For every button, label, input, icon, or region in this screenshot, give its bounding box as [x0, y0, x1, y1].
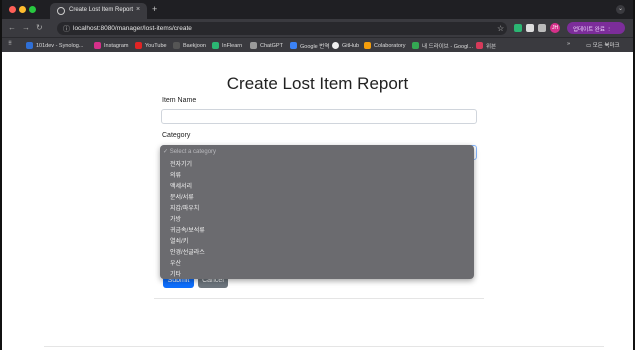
- page-content: Create Lost Item Report Item Name Catego…: [2, 52, 633, 350]
- bookmark-favicon-icon: [364, 42, 371, 49]
- bookmark-item[interactable]: ChatGPT: [250, 41, 283, 50]
- apps-grid-icon[interactable]: ⠿: [8, 41, 12, 47]
- dropdown-option[interactable]: 기타: [170, 269, 181, 278]
- category-dropdown-list[interactable]: ✓ Select a category 전자기기 의류 액세서리 문서/서류 지…: [160, 145, 474, 279]
- reload-icon[interactable]: ↻: [36, 23, 43, 32]
- bookmark-item[interactable]: InFlearn: [212, 41, 242, 50]
- footer-divider: [44, 346, 604, 347]
- dropdown-option-placeholder[interactable]: ✓ Select a category: [163, 148, 216, 155]
- tab-close-icon[interactable]: ×: [136, 6, 140, 13]
- browser-window: Create Lost Item Report × + ⌄ ← → ↻ ⓘ lo…: [0, 0, 635, 350]
- forward-icon[interactable]: →: [22, 23, 30, 32]
- item-name-input[interactable]: [161, 109, 477, 124]
- all-bookmarks-folder[interactable]: ▭ 모든 북마크: [586, 41, 620, 49]
- bookmark-favicon-icon: [212, 42, 219, 49]
- bookmark-item[interactable]: 내 드라이브 - Googl...: [412, 41, 473, 50]
- dropdown-option[interactable]: 지갑/파우치: [170, 203, 199, 212]
- bookmark-item[interactable]: Instagram: [94, 41, 128, 50]
- bookmarks-overflow-button[interactable]: »: [567, 41, 570, 47]
- bookmark-favicon-icon: [26, 42, 33, 49]
- tab-strip: Create Lost Item Report × + ⌄: [2, 0, 633, 19]
- dropdown-option[interactable]: 의류: [170, 170, 181, 179]
- bookmark-item[interactable]: YouTube: [135, 41, 167, 50]
- bookmark-favicon-icon: [250, 42, 257, 49]
- bookmark-item[interactable]: Google 번역: [290, 41, 329, 50]
- new-tab-button[interactable]: +: [152, 5, 157, 14]
- page-title: Create Lost Item Report: [226, 74, 409, 93]
- update-button[interactable]: 업데이트 완료 ⋮: [567, 22, 625, 34]
- tab-search-button[interactable]: ⌄: [616, 5, 625, 14]
- bookmark-favicon-icon: [173, 42, 180, 49]
- update-button-label: 업데이트 완료 ⋮: [573, 27, 612, 33]
- toolbar: ← → ↻ ⓘ localhost:8080/manager/lost-item…: [2, 19, 633, 37]
- form-divider: [154, 298, 484, 299]
- category-label: Category: [162, 132, 191, 139]
- tab-active[interactable]: Create Lost Item Report ×: [50, 3, 147, 19]
- url-text: localhost:8080/manager/lost-items/create: [73, 25, 192, 32]
- bookmark-favicon-icon: [94, 42, 101, 49]
- bookmark-favicon-icon: [412, 42, 419, 49]
- close-window-button[interactable]: [9, 6, 16, 13]
- bookmarks-bar: ⠿ 101dev - Synolog... Instagram YouTube …: [2, 37, 633, 52]
- bookmark-item[interactable]: GitHub: [332, 41, 359, 50]
- dropdown-option[interactable]: 전자기기: [170, 159, 192, 168]
- bookmark-favicon-icon: [290, 42, 297, 49]
- bookmark-item[interactable]: Baekjoon: [173, 41, 206, 50]
- back-icon[interactable]: ←: [8, 23, 16, 32]
- bookmark-item[interactable]: 101dev - Synolog...: [26, 41, 83, 50]
- tab-title: Create Lost Item Report: [69, 7, 134, 13]
- dropdown-option[interactable]: 안경/선글라스: [170, 247, 205, 256]
- dropdown-option[interactable]: 가방: [170, 214, 181, 223]
- bookmark-favicon-icon: [332, 42, 339, 49]
- bookmark-favicon-icon: [476, 42, 483, 49]
- bookmark-item[interactable]: 위븐: [476, 41, 496, 50]
- item-name-label: Item Name: [162, 97, 197, 104]
- dropdown-option[interactable]: 문서/서류: [170, 192, 194, 201]
- address-bar[interactable]: ⓘ localhost:8080/manager/lost-items/crea…: [57, 22, 507, 35]
- maximize-window-button[interactable]: [29, 6, 36, 13]
- profile-avatar[interactable]: JH: [550, 23, 560, 33]
- bookmark-favicon-icon: [135, 42, 142, 49]
- site-info-icon[interactable]: ⓘ: [63, 24, 70, 34]
- bookmark-item[interactable]: Colaboratory: [364, 41, 406, 50]
- extension-icon[interactable]: [526, 24, 534, 32]
- dropdown-option[interactable]: 우산: [170, 258, 181, 267]
- all-bookmarks-label: 모든 북마크: [592, 43, 620, 49]
- extensions-puzzle-icon[interactable]: [538, 24, 546, 32]
- dropdown-option[interactable]: 액세서리: [170, 181, 192, 190]
- dropdown-option[interactable]: 열쇠/키: [170, 236, 188, 245]
- minimize-window-button[interactable]: [19, 6, 26, 13]
- globe-icon: [57, 7, 65, 15]
- dropdown-option[interactable]: 귀금속/보석류: [170, 225, 205, 234]
- extension-shield-icon[interactable]: [514, 24, 522, 32]
- bookmark-star-icon[interactable]: ☆: [497, 24, 504, 33]
